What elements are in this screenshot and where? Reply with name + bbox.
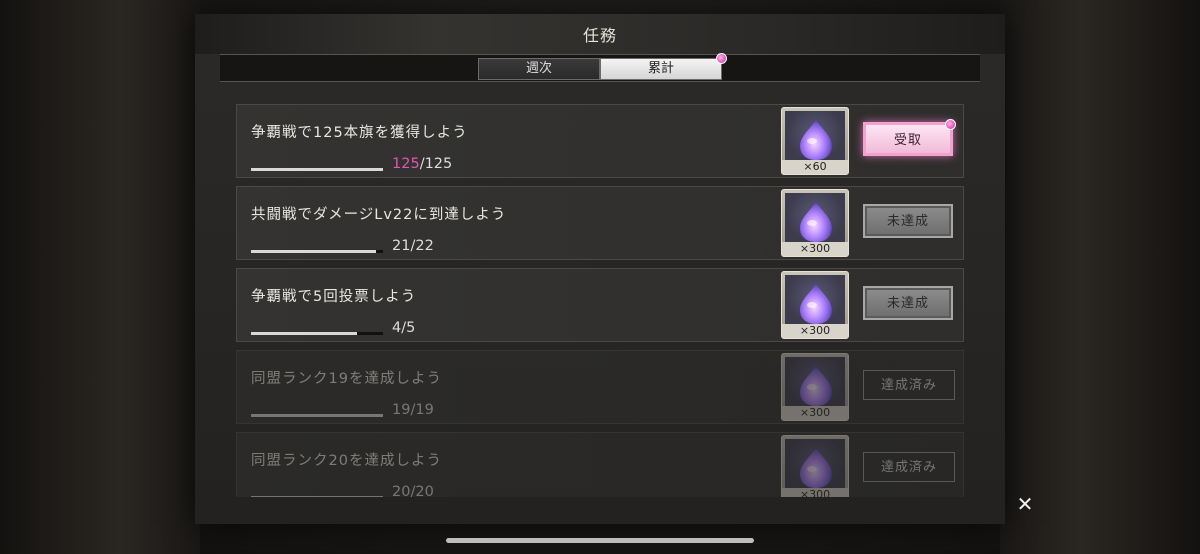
progress-count: 20/20: [392, 484, 434, 497]
home-indicator: [446, 538, 754, 543]
progress-current: 19: [392, 402, 411, 418]
progress-total: 20: [415, 484, 434, 497]
progress-bar: [251, 496, 383, 497]
mission-description: 同盟ランク20を達成しよう: [251, 453, 442, 469]
reward-slot[interactable]: ×300: [781, 435, 849, 497]
not-achieved-button: 未達成: [863, 286, 953, 320]
mission-description: 争覇戦で5回投票しよう: [251, 289, 417, 305]
tab-bar: 週次 累計: [220, 53, 980, 82]
progress-current: 21: [392, 238, 411, 254]
reward-background: [785, 275, 845, 324]
tab-cumulative[interactable]: 累計: [600, 53, 727, 80]
progress-current: 125: [392, 156, 420, 172]
mission-description: 共闘戦でダメージLv22に到達しよう: [251, 207, 507, 223]
reward-quantity: ×300: [782, 406, 848, 420]
purple-drop-icon: [797, 199, 835, 243]
reward-slot[interactable]: ×60: [781, 107, 849, 175]
progress-bar-fill: [251, 414, 383, 417]
notification-dot-icon: [716, 53, 727, 64]
reward-quantity: ×300: [782, 324, 848, 338]
tab-cumulative-label: 累計: [647, 61, 674, 76]
notification-dot-icon: [945, 119, 956, 130]
button-label: 達成済み: [880, 460, 937, 475]
button-label: 達成済み: [880, 378, 937, 393]
progress-bar: [251, 414, 383, 417]
purple-drop-icon: [797, 445, 835, 489]
mission-description: 争覇戦で125本旗を獲得しよう: [251, 125, 468, 141]
reward-quantity: ×300: [782, 488, 848, 497]
progress-total: 5: [406, 320, 416, 336]
tab-weekly[interactable]: 週次: [478, 58, 600, 80]
button-label: 未達成: [886, 214, 929, 229]
button-label: 未達成: [886, 296, 929, 311]
background-left: [0, 0, 200, 554]
purple-drop-icon: [797, 363, 835, 407]
purple-drop-icon: [797, 281, 835, 325]
close-button[interactable]: ✕: [1013, 492, 1037, 516]
claim-button[interactable]: 受取: [863, 119, 956, 156]
progress-bar-fill: [251, 496, 383, 497]
mission-panel: 任務 週次 累計 争覇戦で125本旗を獲得しよう 125/125 ×60 受取 …: [195, 14, 1005, 524]
reward-slot[interactable]: ×300: [781, 271, 849, 339]
panel-title: 任務: [582, 26, 617, 45]
progress-total: 22: [415, 238, 434, 254]
not-achieved-button: 未達成: [863, 204, 953, 238]
completed-button: 達成済み: [863, 370, 955, 400]
mission-description: 同盟ランク19を達成しよう: [251, 371, 442, 387]
progress-bar-fill: [251, 332, 357, 335]
progress-count: 125/125: [392, 156, 452, 172]
progress-bar: [251, 250, 383, 253]
reward-quantity: ×60: [782, 160, 848, 174]
mission-row: 同盟ランク20を達成しよう 20/20 ×300 達成済み: [236, 432, 964, 497]
progress-total: 19: [415, 402, 434, 418]
reward-background: [785, 439, 845, 488]
reward-background: [785, 193, 845, 242]
progress-count: 4/5: [392, 320, 415, 336]
progress-count: 21/22: [392, 238, 434, 254]
progress-current: 20: [392, 484, 411, 497]
progress-bar-fill: [251, 168, 383, 171]
reward-slot[interactable]: ×300: [781, 353, 849, 421]
mission-row: 同盟ランク19を達成しよう 19/19 ×300 達成済み: [236, 350, 964, 424]
progress-count: 19/19: [392, 402, 434, 418]
mission-row: 争覇戦で5回投票しよう 4/5 ×300 未達成: [236, 268, 964, 342]
mission-list[interactable]: 争覇戦で125本旗を獲得しよう 125/125 ×60 受取 共闘戦でダメージL…: [236, 104, 964, 497]
progress-total: 125: [424, 156, 453, 172]
progress-bar: [251, 332, 383, 335]
reward-quantity: ×300: [782, 242, 848, 256]
mission-row: 争覇戦で125本旗を獲得しよう 125/125 ×60 受取: [236, 104, 964, 178]
reward-slot[interactable]: ×300: [781, 189, 849, 257]
progress-bar-fill: [251, 250, 377, 253]
purple-drop-icon: [797, 117, 835, 161]
mission-row: 共闘戦でダメージLv22に到達しよう 21/22 ×300 未達成: [236, 186, 964, 260]
reward-background: [785, 111, 845, 160]
progress-bar: [251, 168, 383, 171]
background-right: [1000, 0, 1200, 554]
completed-button: 達成済み: [863, 452, 955, 482]
reward-background: [785, 357, 845, 406]
progress-current: 4: [392, 320, 402, 336]
button-label: 受取: [893, 133, 922, 148]
